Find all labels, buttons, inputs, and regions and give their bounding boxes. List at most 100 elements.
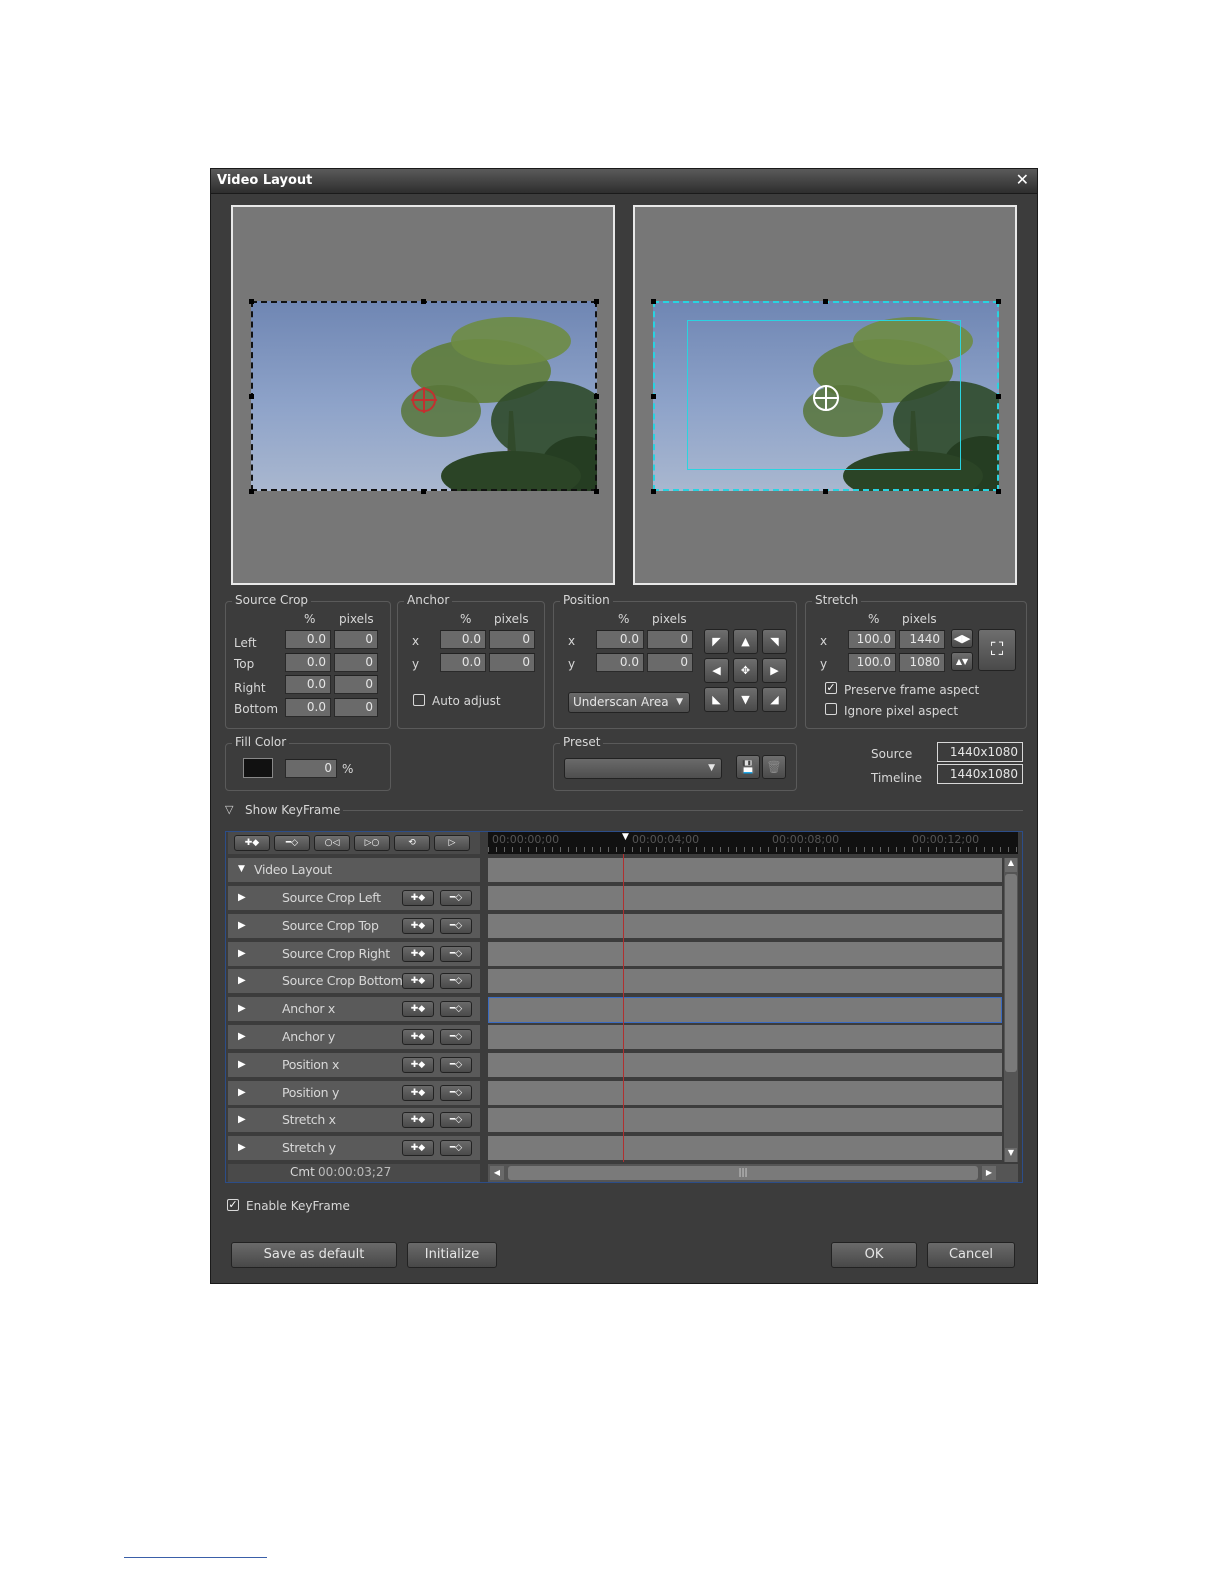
timeline-ruler[interactable]: 00:00:00;00 00:00:04;00 00:00:08;00 00:0… (488, 832, 1018, 854)
expand-triangle-icon[interactable]: ▶ (238, 1031, 246, 1042)
output-preview[interactable] (633, 205, 1017, 585)
position-y-px-input[interactable]: 0 (647, 653, 693, 672)
anchor-y-px-input[interactable]: 0 (489, 653, 535, 672)
keyframe-row[interactable]: ▶ Source Crop Top ✚◆ ━◇ (228, 913, 480, 940)
keyframe-row[interactable]: ▶ Source Crop Bottom ✚◆ ━◇ (228, 969, 480, 996)
keyframe-track[interactable] (488, 1136, 1002, 1163)
previous-keyframe-button[interactable]: ○◁ (314, 835, 350, 851)
stretch-boundary[interactable] (653, 301, 999, 491)
keyframe-track[interactable] (488, 858, 1002, 884)
ignore-pixel-aspect-checkbox[interactable] (825, 703, 837, 715)
expand-triangle-icon[interactable]: ▶ (238, 1003, 246, 1014)
scroll-right-icon[interactable]: ▶ (982, 1166, 996, 1180)
stretch-y-px-input[interactable]: 1080 (899, 653, 945, 672)
play-button[interactable]: ▷ (434, 835, 470, 851)
auto-adjust-checkbox[interactable] (413, 694, 425, 706)
anchor-y-pct-input[interactable]: 0.0 (440, 653, 486, 672)
save-preset-icon[interactable]: 💾 (736, 755, 760, 779)
align-bottom-right-button[interactable]: ◢ (762, 687, 787, 712)
keyframe-track[interactable] (488, 997, 1002, 1024)
keyframe-row[interactable]: ▶ Anchor y ✚◆ ━◇ (228, 1025, 480, 1051)
add-keyframe-button[interactable]: ✚◆ (402, 945, 434, 962)
close-icon[interactable]: ✕ (1016, 170, 1029, 189)
align-top-right-button[interactable]: ◥ (762, 629, 787, 654)
horizontal-scroll-thumb[interactable]: ||| (508, 1166, 978, 1180)
align-center-button[interactable]: ✥ (733, 658, 758, 683)
remove-keyframe-button[interactable]: ━◇ (440, 1084, 472, 1101)
keyframe-track[interactable] (488, 1025, 1002, 1051)
initialize-button[interactable]: Initialize (407, 1242, 497, 1268)
fit-frame-button[interactable]: ⛶ (978, 629, 1016, 671)
keyframe-track[interactable] (488, 941, 1002, 968)
add-keyframe-button[interactable]: ✚◆ (234, 835, 270, 851)
save-as-default-button[interactable]: Save as default (231, 1242, 397, 1268)
expand-triangle-icon[interactable]: ▶ (238, 1142, 246, 1153)
add-keyframe-button[interactable]: ✚◆ (402, 1056, 434, 1073)
anchor-x-pct-input[interactable]: 0.0 (440, 630, 486, 649)
crop-boundary[interactable] (251, 301, 597, 491)
keyframe-track[interactable] (488, 913, 1002, 940)
cancel-button[interactable]: Cancel (927, 1242, 1015, 1268)
loop-keyframe-button[interactable]: ⟲ (394, 835, 430, 851)
crop-top-pct-input[interactable]: 0.0 (285, 653, 331, 672)
remove-keyframe-button[interactable]: ━◇ (440, 917, 472, 934)
align-bottom-button[interactable]: ▼ (733, 687, 758, 712)
position-x-px-input[interactable]: 0 (647, 630, 693, 649)
remove-keyframe-button[interactable]: ━◇ (440, 1029, 472, 1045)
scroll-thumb[interactable] (1005, 874, 1017, 1072)
remove-keyframe-button[interactable]: ━◇ (440, 890, 472, 906)
remove-keyframe-button[interactable]: ━◇ (440, 1001, 472, 1018)
anchor-x-px-input[interactable]: 0 (489, 630, 535, 649)
keyframe-row[interactable]: ▶ Position y ✚◆ ━◇ (228, 1080, 480, 1107)
keyframe-track[interactable] (488, 969, 1002, 996)
preset-select[interactable]: ▼ (564, 758, 722, 779)
stretch-x-pct-input[interactable]: 100.0 (848, 630, 896, 649)
scroll-left-icon[interactable]: ◀ (490, 1166, 504, 1180)
playhead-marker-icon[interactable]: ▼ (622, 832, 629, 842)
fill-opacity-input[interactable]: 0 (285, 759, 337, 778)
enable-keyframe-checkbox[interactable]: ✓ (227, 1199, 239, 1211)
expand-triangle-icon[interactable]: ▶ (238, 948, 246, 959)
expand-triangle-icon[interactable]: ▶ (238, 1114, 246, 1125)
keyframe-group-row[interactable]: ▼ Video Layout (228, 858, 480, 884)
crop-right-px-input[interactable]: 0 (334, 675, 378, 694)
remove-keyframe-button[interactable]: ━◇ (440, 945, 472, 962)
crop-left-px-input[interactable]: 0 (334, 630, 378, 649)
next-keyframe-button[interactable]: ▷○ (354, 835, 390, 851)
expand-triangle-icon[interactable]: ▶ (238, 920, 246, 931)
scroll-down-icon[interactable]: ▼ (1005, 1148, 1017, 1162)
add-keyframe-button[interactable]: ✚◆ (402, 973, 434, 990)
align-bottom-left-button[interactable]: ◣ (704, 687, 729, 712)
stretch-y-pct-input[interactable]: 100.0 (848, 653, 896, 672)
keyframe-row[interactable]: ▶ Stretch y ✚◆ ━◇ (228, 1136, 480, 1163)
remove-keyframe-button[interactable]: ━◇ (274, 835, 310, 851)
add-keyframe-button[interactable]: ✚◆ (402, 890, 434, 906)
remove-keyframe-button[interactable]: ━◇ (440, 1140, 472, 1157)
stretch-vertical-button[interactable]: ▲▼ (951, 652, 973, 671)
horizontal-scrollbar[interactable]: ◀ ||| ▶ (488, 1164, 1018, 1182)
ok-button[interactable]: OK (831, 1242, 917, 1268)
fill-color-swatch[interactable] (243, 758, 273, 778)
align-top-left-button[interactable]: ◤ (704, 629, 729, 654)
keyframe-row[interactable]: ▶ Source Crop Left ✚◆ ━◇ (228, 886, 480, 912)
keyframe-row[interactable]: ▶ Stretch x ✚◆ ━◇ (228, 1108, 480, 1135)
delete-preset-icon[interactable]: 🗑 (762, 755, 786, 779)
align-right-button[interactable]: ▶ (762, 658, 787, 683)
keyframe-row[interactable]: ▶ Position x ✚◆ ━◇ (228, 1052, 480, 1079)
keyframe-track[interactable] (488, 886, 1002, 912)
stretch-x-px-input[interactable]: 1440 (899, 630, 945, 649)
add-keyframe-button[interactable]: ✚◆ (402, 917, 434, 934)
expand-triangle-icon[interactable]: ▼ (238, 864, 245, 874)
position-x-pct-input[interactable]: 0.0 (596, 630, 644, 649)
align-top-button[interactable]: ▲ (733, 629, 758, 654)
stretch-horizontal-button[interactable]: ◀▶ (951, 629, 973, 648)
align-left-button[interactable]: ◀ (704, 658, 729, 683)
expand-triangle-icon[interactable]: ▶ (238, 892, 246, 903)
add-keyframe-button[interactable]: ✚◆ (402, 1001, 434, 1018)
add-keyframe-button[interactable]: ✚◆ (402, 1112, 434, 1129)
show-keyframe-toggle[interactable]: Show KeyFrame (245, 803, 340, 817)
keyframe-track[interactable] (488, 1080, 1002, 1107)
expand-triangle-icon[interactable]: ▶ (238, 975, 246, 986)
crop-left-pct-input[interactable]: 0.0 (285, 630, 331, 649)
crop-right-pct-input[interactable]: 0.0 (285, 675, 331, 694)
